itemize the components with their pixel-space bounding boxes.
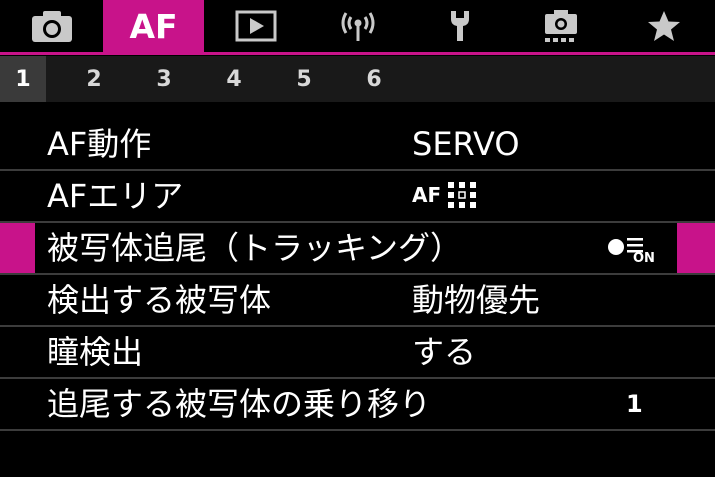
tab-shooting[interactable]	[24, 0, 80, 52]
tab-af[interactable]: AF	[103, 0, 204, 52]
menu-item-subject-to-detect[interactable]: 検出する被写体 動物優先	[0, 275, 715, 327]
tab-setup[interactable]	[432, 0, 488, 52]
menu-item-af-area[interactable]: AFエリア AF	[0, 171, 715, 223]
page-tab-6[interactable]: 6	[351, 56, 397, 102]
tab-underline	[0, 52, 715, 55]
menu-item-eye-detection[interactable]: 瞳検出 する	[0, 327, 715, 379]
menu-item-value: する	[412, 333, 477, 371]
page-tab-4[interactable]: 4	[211, 56, 257, 102]
menu-item-value: SERVO	[412, 125, 520, 163]
tab-playback[interactable]	[228, 0, 284, 52]
tab-custom[interactable]	[533, 0, 589, 52]
page-tab-3[interactable]: 3	[141, 56, 187, 102]
page-tab-2[interactable]: 2	[71, 56, 117, 102]
menu-item-value: 1	[626, 390, 643, 418]
tab-mymenu[interactable]	[636, 0, 692, 52]
page-tab-1[interactable]: 1	[0, 56, 46, 102]
star-icon	[646, 9, 682, 43]
menu-item-label: AFエリア	[47, 177, 184, 215]
tab-af-label: AF	[129, 6, 178, 46]
wrench-icon	[445, 9, 475, 43]
af-area-grid-icon: AF	[412, 181, 477, 209]
af-area-icon-text: AF	[412, 183, 442, 207]
page-tab-bar: 1 2 3 4 5 6	[0, 56, 715, 102]
menu-tab-bar: AF	[0, 0, 715, 54]
tracking-on-text: ON	[633, 251, 655, 263]
menu-item-af-operation[interactable]: AF動作 SERVO	[0, 119, 715, 171]
menu-item-switching-tracked-subjects[interactable]: 追尾する被写体の乗り移り 1	[0, 379, 715, 431]
menu-item-label: 被写体追尾（トラッキング）	[47, 229, 463, 267]
menu-item-subject-tracking[interactable]: 被写体追尾（トラッキング） ON	[0, 223, 715, 275]
tab-wireless[interactable]	[330, 0, 386, 52]
menu-item-label: 追尾する被写体の乗り移り	[47, 385, 432, 423]
custom-camera-icon	[542, 8, 580, 44]
menu-item-label: 検出する被写体	[47, 281, 272, 319]
menu-item-label: 瞳検出	[47, 333, 144, 371]
play-icon	[235, 10, 277, 42]
camera-icon	[30, 9, 74, 43]
page-tab-5[interactable]: 5	[281, 56, 327, 102]
menu-item-label: AF動作	[47, 125, 152, 163]
wireless-icon	[338, 9, 378, 43]
menu-list: AF動作 SERVO AFエリア AF 被写体追尾（トラッキング） ON 検出す…	[0, 119, 715, 431]
tracking-on-icon: ON	[607, 235, 667, 267]
menu-item-value: 動物優先	[412, 281, 541, 319]
